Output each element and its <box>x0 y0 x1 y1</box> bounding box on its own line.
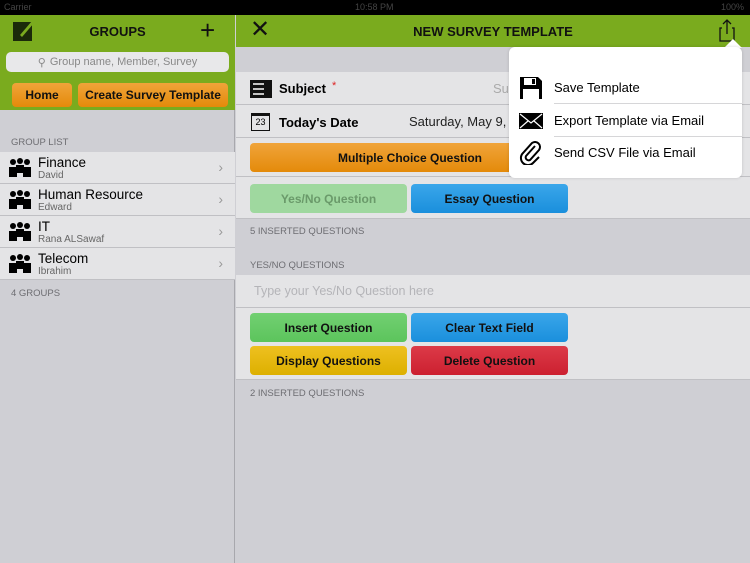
group-member: David <box>38 170 64 181</box>
clock: 10:58 PM <box>355 2 394 12</box>
clear-text-field-button[interactable]: Clear Text Field <box>411 313 568 342</box>
display-questions-button[interactable]: Display Questions <box>250 346 407 375</box>
group-row[interactable]: IT Rana ALSawaf › <box>0 216 235 248</box>
group-people-icon <box>9 222 31 241</box>
group-row[interactable]: Telecom Ibrahim › <box>0 248 235 280</box>
paperclip-icon <box>519 141 541 165</box>
share-menu: Save Template Export Template via Email … <box>509 47 742 178</box>
group-name: Human Resource <box>38 187 144 202</box>
menu-send-csv-email[interactable]: Send CSV File via Email <box>509 137 742 169</box>
add-icon[interactable]: + <box>200 16 215 44</box>
menu-label: Send CSV File via Email <box>554 145 696 160</box>
required-mark: * <box>332 80 337 92</box>
menu-save-template[interactable]: Save Template <box>509 72 742 104</box>
group-people-icon <box>9 254 31 273</box>
date-value: Saturday, May 9, 2 <box>409 114 518 129</box>
date-label: Today's Date <box>279 115 359 130</box>
chevron-right-icon: › <box>218 191 223 207</box>
chevron-right-icon: › <box>218 255 223 271</box>
group-row[interactable]: Human Resource Edward › <box>0 184 235 216</box>
delete-question-button[interactable]: Delete Question <box>411 346 568 375</box>
yes-no-question-input[interactable]: Type your Yes/No Question here <box>254 284 434 298</box>
menu-label: Export Template via Email <box>554 113 705 128</box>
group-row[interactable]: Finance David › <box>0 152 235 184</box>
battery: 100% <box>720 2 744 12</box>
question-input-row: Type your Yes/No Question here <box>236 275 750 308</box>
group-name: IT <box>38 219 50 234</box>
close-icon[interactable]: ✕ <box>250 16 270 44</box>
subject-input[interactable]: Su <box>493 81 509 96</box>
menu-label: Save Template <box>554 80 640 95</box>
essay-question-button[interactable]: Essay Question <box>411 184 568 213</box>
search-placeholder: Group name, Member, Survey <box>49 56 198 68</box>
chevron-right-icon: › <box>218 223 223 239</box>
groups-title: GROUPS <box>89 23 146 39</box>
chevron-right-icon: › <box>218 159 223 175</box>
menu-export-template-email[interactable]: Export Template via Email <box>509 105 742 137</box>
group-member: Rana ALSawaf <box>38 234 105 245</box>
group-list-label: GROUP LIST <box>11 137 69 148</box>
group-member: Ibrahim <box>38 266 72 277</box>
group-people-icon <box>9 190 31 209</box>
insert-question-button[interactable]: Insert Question <box>250 313 407 342</box>
group-count: 4 GROUPS <box>11 288 61 299</box>
group-name: Finance <box>38 155 87 170</box>
yes-no-question-button[interactable]: Yes/No Question <box>250 184 407 213</box>
status-bar: Carrier 10:58 PM 100% <box>0 0 750 15</box>
create-survey-template-button[interactable]: Create Survey Template <box>78 83 228 107</box>
survey-title: NEW SURVEY TEMPLATE <box>413 23 573 39</box>
floppy-disk-icon <box>520 77 542 99</box>
group-people-icon <box>9 158 31 177</box>
subject-label: Subject <box>279 81 326 96</box>
compose-icon[interactable] <box>12 19 36 43</box>
yes-no-section-label: YES/NO QUESTIONS <box>250 260 345 271</box>
calendar-icon: 23 <box>251 113 270 131</box>
inserted-count-2: 2 INSERTED QUESTIONS <box>250 388 365 399</box>
carrier: Carrier <box>4 2 32 12</box>
checklist-icon <box>250 80 272 98</box>
search-input[interactable]: ⚲ Group name, Member, Survey <box>6 52 229 72</box>
survey-header: NEW SURVEY TEMPLATE <box>236 15 750 47</box>
envelope-icon <box>519 113 543 129</box>
inserted-count-1: 5 INSERTED QUESTIONS <box>250 226 365 237</box>
group-member: Edward <box>38 202 72 213</box>
search-icon: ⚲ <box>37 56 46 69</box>
group-name: Telecom <box>38 251 89 266</box>
home-button[interactable]: Home <box>12 83 72 107</box>
